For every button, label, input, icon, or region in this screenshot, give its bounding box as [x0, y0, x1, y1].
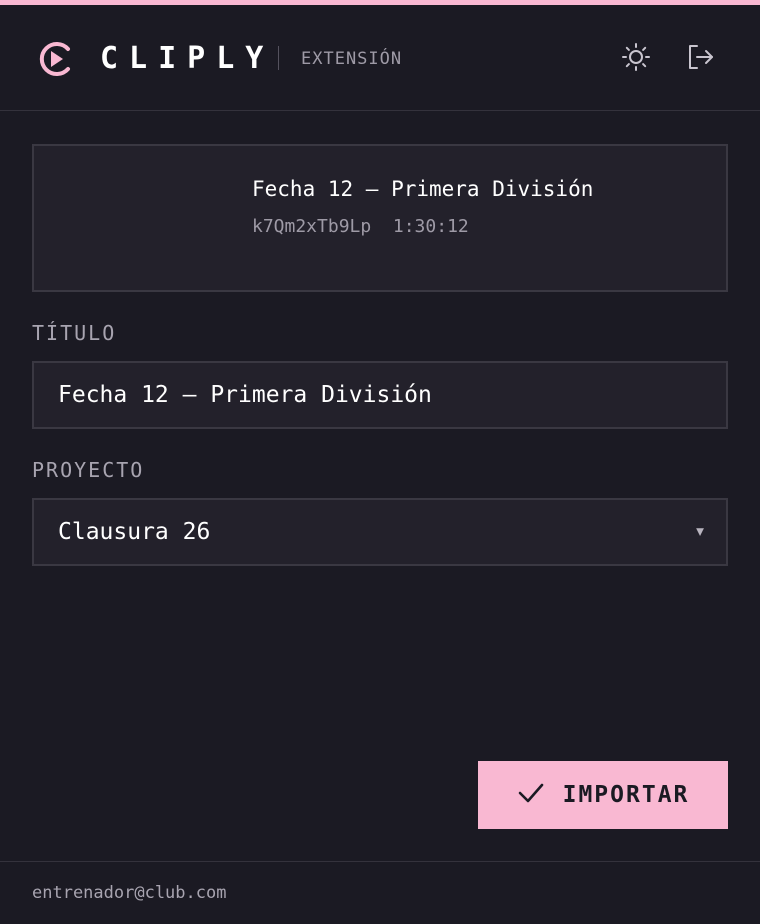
play-circle-icon [36, 40, 74, 78]
import-button[interactable]: IMPORTAR [478, 761, 728, 829]
video-title: Fecha 12 — Primera División [252, 177, 594, 201]
brand-divider [278, 46, 279, 70]
app-subtitle: EXTENSIÓN [301, 49, 403, 69]
check-icon [517, 781, 545, 809]
video-meta: k7Qm2xTb9Lp 1:30:12 [252, 216, 469, 237]
sun-icon [621, 42, 651, 76]
app-footer: entrenador@club.com [0, 861, 760, 924]
title-input[interactable]: Fecha 12 — Primera División [32, 361, 728, 429]
caret-down-icon: ▼ [696, 524, 704, 540]
logout-button[interactable] [680, 39, 720, 79]
video-preview-card: Fecha 12 — Primera División k7Qm2xTb9Lp … [32, 144, 728, 292]
title-input-value: Fecha 12 — Primera División [58, 382, 432, 408]
title-field-label: TÍTULO [32, 321, 117, 345]
app-header: CLIPLY EXTENSIÓN [0, 5, 760, 111]
logout-icon [685, 42, 715, 76]
project-select-value: Clausura 26 [58, 519, 211, 545]
project-select[interactable]: Clausura 26 ▼ [32, 498, 728, 566]
project-field-label: PROYECTO [32, 458, 145, 482]
import-button-label: IMPORTAR [562, 782, 690, 808]
theme-toggle-button[interactable] [616, 39, 656, 79]
user-email: entrenador@club.com [32, 883, 227, 903]
app-brand: CLIPLY [100, 41, 275, 76]
